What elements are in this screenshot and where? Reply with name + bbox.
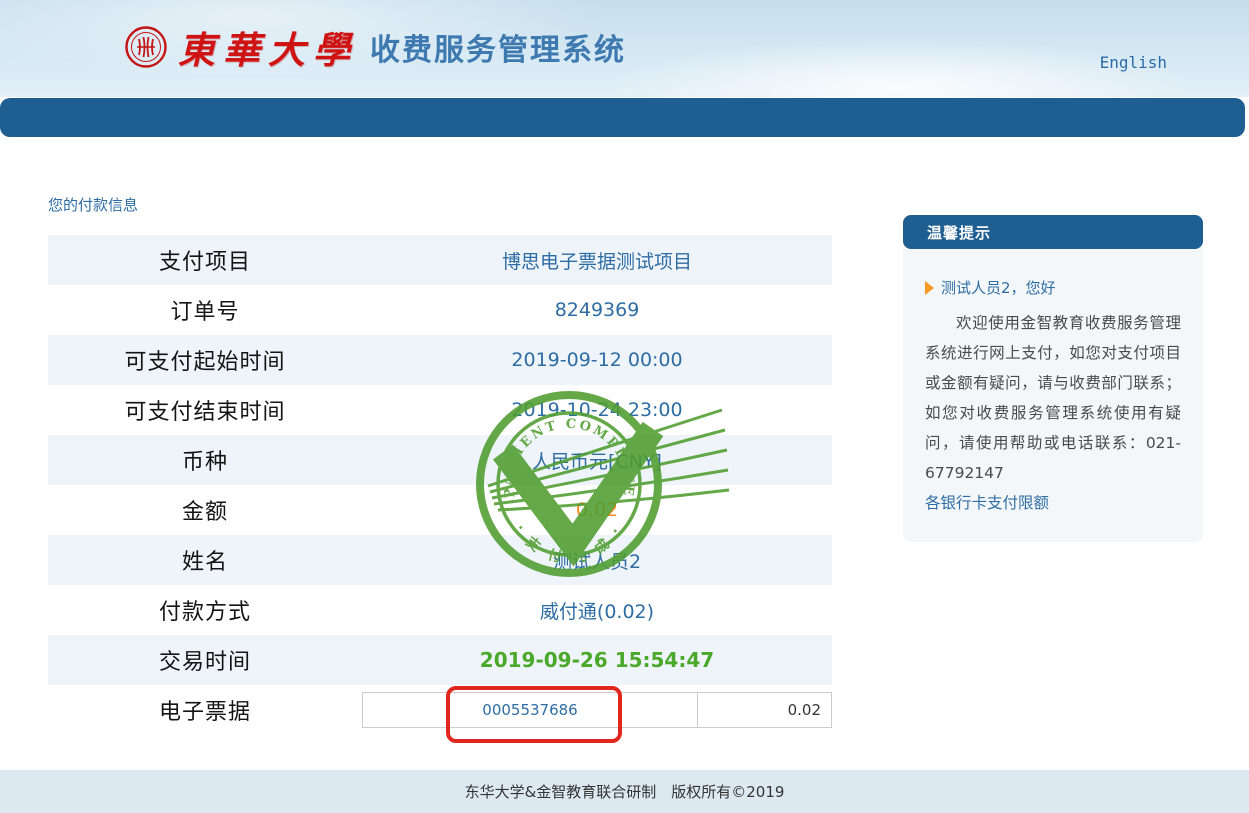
english-language-link[interactable]: English	[1100, 53, 1167, 72]
greeting-text: 测试人员2，您好	[941, 277, 1056, 298]
row-label: 订单号	[48, 294, 362, 326]
university-name: 東華大學	[178, 20, 358, 74]
page-footer: 东华大学&金智教育联合研制 版权所有©2019	[0, 770, 1249, 813]
footer-text: 东华大学&金智教育联合研制 版权所有©2019	[465, 781, 785, 802]
invoice-amount: 0.02	[698, 693, 831, 727]
table-row: 可支付结束时间 2019-10-24 23:00	[48, 385, 832, 435]
row-label: 付款方式	[48, 594, 362, 626]
table-row: 支付项目 博思电子票据测试项目	[48, 235, 832, 285]
row-label: 金额	[48, 494, 362, 526]
section-title: 您的付款信息	[48, 194, 138, 215]
tips-paragraph: 欢迎使用金智教育收费服务管理系统进行网上支付，如您对支付项目或金额有疑问，请与收…	[925, 308, 1181, 488]
row-label: 可支付结束时间	[48, 394, 362, 426]
row-value: 人民币元[CNY]	[362, 447, 832, 474]
table-row: 金额 0.02	[48, 485, 832, 535]
row-value: 威付通(0.02)	[362, 597, 832, 624]
table-row: 订单号 8249369	[48, 285, 832, 335]
row-value: 博思电子票据测试项目	[362, 247, 832, 274]
row-label: 币种	[48, 444, 362, 476]
invoice-cell: 0005537686 0.02	[362, 692, 832, 728]
row-value: 8249369	[362, 299, 832, 321]
tips-panel-title: 温馨提示	[903, 215, 1203, 249]
table-row: 可支付起始时间 2019-09-12 00:00	[48, 335, 832, 385]
payment-table: 支付项目 博思电子票据测试项目 订单号 8249369 可支付起始时间 2019…	[48, 235, 832, 735]
invoice-number-link[interactable]: 0005537686	[363, 693, 698, 727]
university-seal-icon	[124, 25, 168, 69]
row-label: 可支付起始时间	[48, 344, 362, 376]
app-header: 東華大學 收费服务管理系统 English	[0, 0, 1249, 97]
row-label: 交易时间	[48, 644, 362, 676]
table-row: 姓名 测试人员2	[48, 535, 832, 585]
row-value-amount: 0.02	[362, 499, 832, 521]
row-label: 支付项目	[48, 244, 362, 276]
payment-result-page: 東華大學 收费服务管理系统 English 您的付款信息 支付项目 博思电子票据…	[0, 0, 1249, 813]
row-value: 2019-10-24 23:00	[362, 399, 832, 421]
table-row: 付款方式 威付通(0.02)	[48, 585, 832, 635]
row-label: 电子票据	[48, 694, 362, 726]
row-value: 测试人员2	[362, 547, 832, 574]
arrow-right-icon	[925, 281, 934, 295]
greeting-row: 测试人员2，您好	[925, 277, 1181, 298]
table-row: 币种 人民币元[CNY]	[48, 435, 832, 485]
table-row-invoice: 电子票据 0005537686 0.02	[48, 685, 832, 735]
tips-panel-body: 测试人员2，您好 欢迎使用金智教育收费服务管理系统进行网上支付，如您对支付项目或…	[903, 249, 1203, 542]
row-value-transaction-time: 2019-09-26 15:54:47	[362, 648, 832, 672]
system-title: 收费服务管理系统	[370, 25, 626, 69]
row-label: 姓名	[48, 544, 362, 576]
invoice-table: 0005537686 0.02	[362, 692, 832, 728]
row-value: 2019-09-12 00:00	[362, 349, 832, 371]
bank-card-limits-link[interactable]: 各银行卡支付限额	[925, 488, 1049, 518]
tips-sidebar: 温馨提示 测试人员2，您好 欢迎使用金智教育收费服务管理系统进行网上支付，如您对…	[903, 215, 1203, 542]
main-navbar	[0, 98, 1245, 137]
brand: 東華大學 收费服务管理系统	[124, 20, 626, 74]
table-row: 交易时间 2019-09-26 15:54:47	[48, 635, 832, 685]
